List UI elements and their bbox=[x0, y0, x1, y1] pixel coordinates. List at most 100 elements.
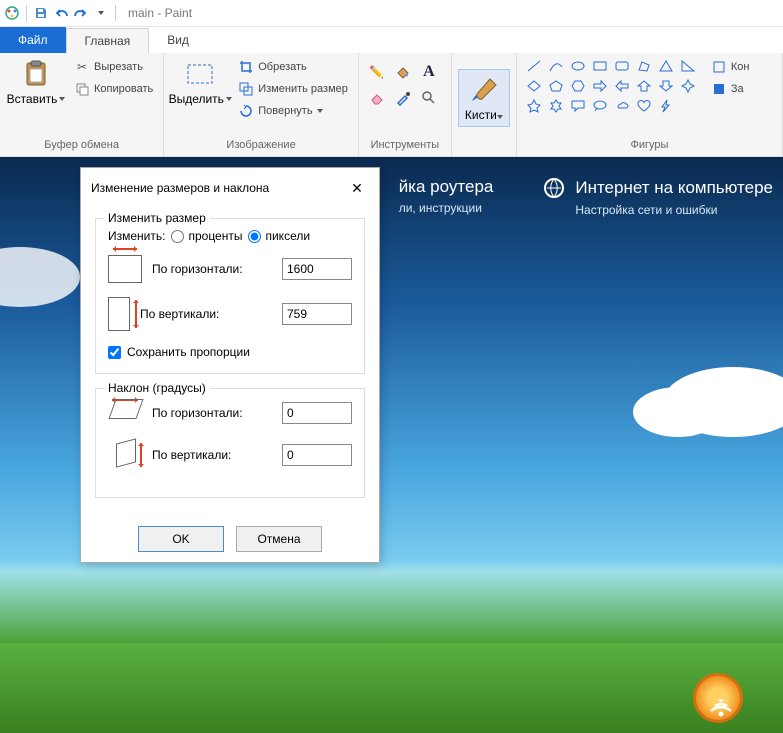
height-input[interactable] bbox=[282, 303, 352, 325]
tab-file[interactable]: Файл bbox=[0, 27, 66, 53]
group-clipboard: Вставить ✂Вырезать Копировать Буфер обме… bbox=[0, 53, 164, 156]
crop-button[interactable]: Обрезать bbox=[234, 56, 352, 78]
select-button[interactable]: Выделить bbox=[170, 56, 230, 108]
lock-label: Сохранить пропорции bbox=[127, 345, 250, 359]
polygon-icon[interactable] bbox=[633, 56, 655, 76]
paste-label: Вставить bbox=[7, 92, 58, 106]
select-label: Выделить bbox=[169, 92, 224, 106]
eraser-icon[interactable] bbox=[365, 86, 389, 110]
resize-legend: Изменить размер bbox=[104, 211, 210, 225]
lock-aspect-checkbox[interactable]: Сохранить пропорции bbox=[108, 345, 352, 359]
shapes-gallery[interactable] bbox=[523, 56, 699, 116]
color-picker-icon[interactable] bbox=[391, 86, 415, 110]
pixels-label: пиксели bbox=[265, 229, 310, 243]
diamond-icon[interactable] bbox=[523, 76, 545, 96]
callout-cloud-icon[interactable] bbox=[611, 96, 633, 116]
percent-label: проценты bbox=[188, 229, 242, 243]
cancel-button[interactable]: Отмена bbox=[236, 526, 322, 552]
curve-icon[interactable] bbox=[545, 56, 567, 76]
grass-decoration bbox=[0, 643, 783, 733]
undo-icon[interactable] bbox=[53, 5, 69, 21]
group-tools-label: Инструменты bbox=[365, 139, 445, 153]
ribbon: Вставить ✂Вырезать Копировать Буфер обме… bbox=[0, 53, 783, 157]
customize-qat-icon[interactable] bbox=[93, 5, 109, 21]
rotate-button[interactable]: Повернуть bbox=[234, 100, 352, 122]
lightning-icon[interactable] bbox=[655, 96, 677, 116]
close-icon[interactable]: ✕ bbox=[345, 176, 369, 200]
redo-icon[interactable] bbox=[73, 5, 89, 21]
group-image: Выделить Обрезать Изменить размер Поверн… bbox=[164, 53, 359, 156]
brush-label: Кисти bbox=[465, 108, 497, 122]
canvas[interactable]: йка роутера ли, инструкции Интернет на к… bbox=[0, 157, 783, 733]
vert-label: По вертикали: bbox=[140, 307, 272, 321]
copy-label: Копировать bbox=[94, 83, 153, 95]
skew-h-input[interactable] bbox=[282, 402, 352, 424]
copy-button[interactable]: Копировать bbox=[70, 78, 157, 100]
brush-button[interactable]: Кисти bbox=[458, 69, 510, 127]
resize-button[interactable]: Изменить размер bbox=[234, 78, 352, 100]
arrow-down-icon[interactable] bbox=[655, 76, 677, 96]
dialog-title: Изменение размеров и наклона bbox=[91, 181, 269, 195]
banner-heading-2: Интернет на компьютере bbox=[575, 178, 773, 198]
star6-icon[interactable] bbox=[545, 96, 567, 116]
vertical-icon bbox=[108, 297, 130, 331]
rotate-icon bbox=[238, 103, 254, 119]
paste-button[interactable]: Вставить bbox=[6, 56, 66, 108]
shape-fill-icon bbox=[711, 81, 727, 97]
star4-icon[interactable] bbox=[677, 76, 699, 96]
fill-label: За bbox=[731, 83, 744, 95]
group-shapes-label: Фигуры bbox=[523, 139, 776, 153]
width-input[interactable] bbox=[282, 258, 352, 280]
select-icon bbox=[184, 58, 216, 90]
skew-fieldset: Наклон (градусы) По горизонтали: По верт… bbox=[95, 388, 365, 498]
outline-icon bbox=[711, 59, 727, 75]
rounded-rect-icon[interactable] bbox=[611, 56, 633, 76]
heart-icon[interactable] bbox=[633, 96, 655, 116]
resize-dialog: Изменение размеров и наклона ✕ Изменить … bbox=[80, 167, 380, 563]
tab-home[interactable]: Главная bbox=[66, 28, 150, 53]
callout-rect-icon[interactable] bbox=[567, 96, 589, 116]
text-icon[interactable]: A bbox=[417, 60, 441, 84]
hexagon-icon[interactable] bbox=[567, 76, 589, 96]
shape-fill-button[interactable]: За bbox=[707, 78, 754, 100]
banner-sub-2: Настройка сети и ошибки bbox=[575, 203, 773, 217]
copy-icon bbox=[74, 81, 90, 97]
pentagon-icon[interactable] bbox=[545, 76, 567, 96]
star5-icon[interactable] bbox=[523, 96, 545, 116]
skew-v-icon bbox=[108, 441, 142, 469]
callout-oval-icon[interactable] bbox=[589, 96, 611, 116]
line-icon[interactable] bbox=[523, 56, 545, 76]
skew-legend: Наклон (градусы) bbox=[104, 381, 210, 395]
magnifier-icon[interactable] bbox=[417, 86, 441, 110]
horizontal-icon bbox=[108, 255, 142, 283]
group-shapes: Кон За Фигуры bbox=[517, 53, 783, 156]
radio-pixels[interactable]: пиксели bbox=[248, 229, 310, 243]
banner-heading-1: йка роутера bbox=[399, 177, 494, 197]
cut-button[interactable]: ✂ Вырезать bbox=[70, 56, 157, 78]
skew-vert-label: По вертикали: bbox=[152, 448, 272, 462]
group-image-label: Изображение bbox=[170, 139, 352, 153]
oval-icon[interactable] bbox=[567, 56, 589, 76]
tab-view[interactable]: Вид bbox=[149, 27, 207, 53]
save-icon[interactable] bbox=[33, 5, 49, 21]
arrow-right-icon[interactable] bbox=[589, 76, 611, 96]
ribbon-tabs: Файл Главная Вид bbox=[0, 27, 783, 53]
skew-h-icon bbox=[108, 399, 142, 427]
rectangle-icon[interactable] bbox=[589, 56, 611, 76]
skew-v-input[interactable] bbox=[282, 444, 352, 466]
pencil-icon[interactable]: ✏️ bbox=[365, 60, 389, 84]
shape-outline-button[interactable]: Кон bbox=[707, 56, 754, 78]
cut-label: Вырезать bbox=[94, 61, 143, 73]
skew-horiz-label: По горизонтали: bbox=[152, 406, 272, 420]
cut-icon: ✂ bbox=[74, 59, 90, 75]
change-label: Изменить: bbox=[108, 229, 165, 243]
ok-button[interactable]: OK bbox=[138, 526, 224, 552]
arrow-left-icon[interactable] bbox=[611, 76, 633, 96]
arrow-up-icon[interactable] bbox=[633, 76, 655, 96]
group-tools: ✏️ A Инструменты bbox=[359, 53, 452, 156]
fill-icon[interactable] bbox=[391, 60, 415, 84]
radio-percent[interactable]: проценты bbox=[171, 229, 242, 243]
right-triangle-icon[interactable] bbox=[677, 56, 699, 76]
crop-icon bbox=[238, 59, 254, 75]
triangle-icon[interactable] bbox=[655, 56, 677, 76]
